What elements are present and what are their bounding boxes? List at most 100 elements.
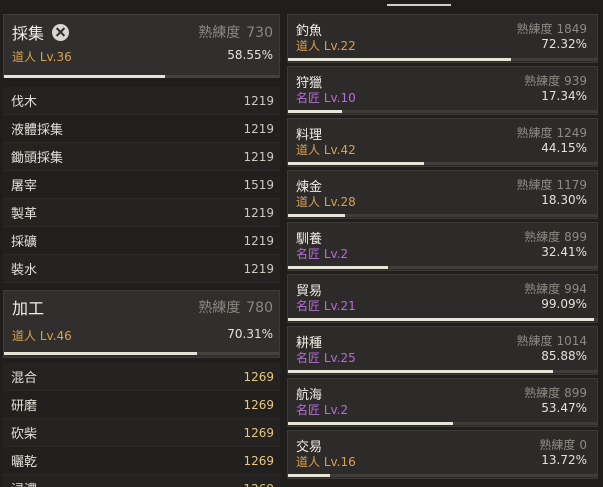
list-item[interactable]: 浸濃 1269	[3, 475, 280, 487]
item-value: 1519	[243, 177, 274, 192]
gathering-level: 道人 Lv.36	[12, 50, 72, 64]
item-value: 1219	[243, 205, 274, 220]
skill-label: 熟練度	[524, 74, 561, 88]
skill-progress-bar	[288, 214, 597, 217]
item-value: 1269	[243, 425, 274, 440]
skill-value: 1849	[556, 22, 587, 36]
list-item[interactable]: 混合 1269	[3, 363, 280, 391]
skill-value: 1014	[556, 334, 587, 348]
skill-progress-fill	[288, 110, 342, 113]
skill-progress-fill	[288, 422, 454, 425]
item-name: 製革	[11, 207, 38, 222]
skill-level: 道人 Lv.22	[296, 39, 356, 53]
skill-card-alchemy[interactable]: 煉金 熟練度 1179 道人 Lv.28 18.30%	[287, 170, 598, 219]
gathering-title: 採集	[12, 24, 45, 43]
list-item[interactable]: 液體採集 1219	[3, 115, 280, 143]
processing-percent: 70.31%	[227, 327, 273, 341]
skill-card-cooking[interactable]: 料理 熟練度 1249 道人 Lv.42 44.15%	[287, 118, 598, 167]
processing-header[interactable]: 加工 熟練度 780 道人 Lv.46 70.31%	[3, 290, 280, 358]
skill-level: 道人 Lv.28	[296, 195, 356, 209]
gathering-list: 伐木 1219 液體採集 1219 鋤頭採集 1219 屠宰 1519 製革 1219 採…	[3, 87, 280, 283]
skill-percent: 13.72%	[541, 453, 587, 467]
skill-level: 道人 Lv.16	[296, 455, 356, 469]
item-value: 1219	[243, 233, 274, 248]
skill-value: 939	[564, 74, 587, 88]
gathering-header[interactable]: 採集 熟練度 730 道人 Lv.36 58.55%	[3, 14, 280, 78]
skill-progress-bar	[288, 58, 597, 61]
skill-progress-bar	[288, 370, 597, 373]
item-name: 研磨	[11, 399, 38, 414]
skill-percent: 32.41%	[541, 245, 587, 259]
item-value: 1219	[243, 121, 274, 136]
list-item[interactable]: 屠宰 1519	[3, 171, 280, 199]
skill-level: 名匠 Lv.10	[296, 91, 356, 105]
item-name: 鋤頭採集	[11, 151, 64, 166]
list-item[interactable]: 研磨 1269	[3, 391, 280, 419]
item-value: 1269	[243, 453, 274, 468]
skill-card-training[interactable]: 馴養 熟練度 899 名匠 Lv.2 32.41%	[287, 222, 598, 271]
skill-progress-bar	[288, 266, 597, 269]
item-value: 1219	[243, 93, 274, 108]
item-value: 1219	[243, 149, 274, 164]
skill-label: 熟練度	[524, 230, 561, 244]
skill-label: 熟練度	[516, 126, 553, 140]
item-name: 屠宰	[11, 179, 38, 194]
skill-label: 熟練度	[539, 438, 576, 452]
skill-level: 名匠 Lv.2	[296, 403, 349, 417]
item-name: 曬乾	[11, 455, 38, 470]
skill-label: 熟練度	[516, 22, 553, 36]
list-item[interactable]: 裝水 1219	[3, 255, 280, 283]
processing-progress-fill	[4, 352, 198, 355]
skill-progress-bar	[288, 422, 597, 425]
skill-percent: 18.30%	[541, 193, 587, 207]
skill-progress-fill	[288, 370, 554, 373]
item-value: 1269	[243, 369, 274, 384]
list-item[interactable]: 砍柴 1269	[3, 419, 280, 447]
skill-level: 道人 Lv.42	[296, 143, 356, 157]
skill-progress-bar	[288, 318, 597, 321]
item-value: 1269	[243, 482, 274, 487]
tab-indicator	[387, 4, 451, 6]
skill-card-barter[interactable]: 交易 熟練度 0 道人 Lv.16 13.72%	[287, 430, 598, 479]
skill-value: 1179	[556, 178, 587, 192]
skill-card-hunting[interactable]: 狩獵 熟練度 939 名匠 Lv.10 17.34%	[287, 66, 598, 115]
skill-progress-fill	[288, 318, 595, 321]
skill-level: 名匠 Lv.25	[296, 351, 356, 365]
list-item[interactable]: 鋤頭採集 1219	[3, 143, 280, 171]
item-name: 混合	[11, 371, 38, 386]
list-item[interactable]: 曬乾 1269	[3, 447, 280, 475]
item-value: 1219	[243, 261, 274, 276]
skill-progress-fill	[288, 266, 389, 269]
skill-progress-fill	[288, 58, 512, 61]
skill-percent: 17.34%	[541, 89, 587, 103]
skill-progress-fill	[288, 162, 425, 165]
pickaxe-icon	[52, 23, 70, 41]
list-item[interactable]: 伐木 1219	[3, 87, 280, 115]
skill-card-fishing[interactable]: 釣魚 熟練度 1849 道人 Lv.22 72.32%	[287, 14, 598, 63]
gathering-progress-fill	[4, 75, 165, 78]
item-name: 浸濃	[11, 479, 37, 487]
skill-card-sailing[interactable]: 航海 熟練度 899 名匠 Lv.2 53.47%	[287, 378, 598, 427]
skill-label: 熟練度	[198, 300, 241, 316]
skill-value: 1249	[556, 126, 587, 140]
gathering-progress-bar	[4, 75, 279, 78]
skill-card-farming[interactable]: 耕種 熟練度 1014 名匠 Lv.25 85.88%	[287, 326, 598, 375]
list-item[interactable]: 採礦 1219	[3, 227, 280, 255]
item-value: 1269	[243, 397, 274, 412]
processing-list: 混合 1269 研磨 1269 砍柴 1269 曬乾 1269 浸濃 1269	[3, 363, 280, 487]
skill-value: 899	[564, 386, 587, 400]
list-item[interactable]: 製革 1219	[3, 199, 280, 227]
processing-skill: 熟練度 780	[198, 297, 273, 317]
item-name: 砍柴	[11, 427, 38, 442]
skill-value: 730	[246, 25, 273, 41]
processing-level: 道人 Lv.46	[12, 329, 72, 343]
skill-percent: 85.88%	[541, 349, 587, 363]
skill-label: 熟練度	[516, 334, 553, 348]
skill-label: 熟練度	[524, 386, 561, 400]
skill-progress-bar	[288, 162, 597, 165]
skill-percent: 53.47%	[541, 401, 587, 415]
left-column: 採集 熟練度 730 道人 Lv.36 58.55% 伐木 1219 液體採集 121…	[0, 14, 283, 487]
skill-label: 熟練度	[198, 25, 241, 41]
skill-progress-bar	[288, 474, 597, 477]
skill-card-trade[interactable]: 貿易 熟練度 994 名匠 Lv.21 99.09%	[287, 274, 598, 323]
